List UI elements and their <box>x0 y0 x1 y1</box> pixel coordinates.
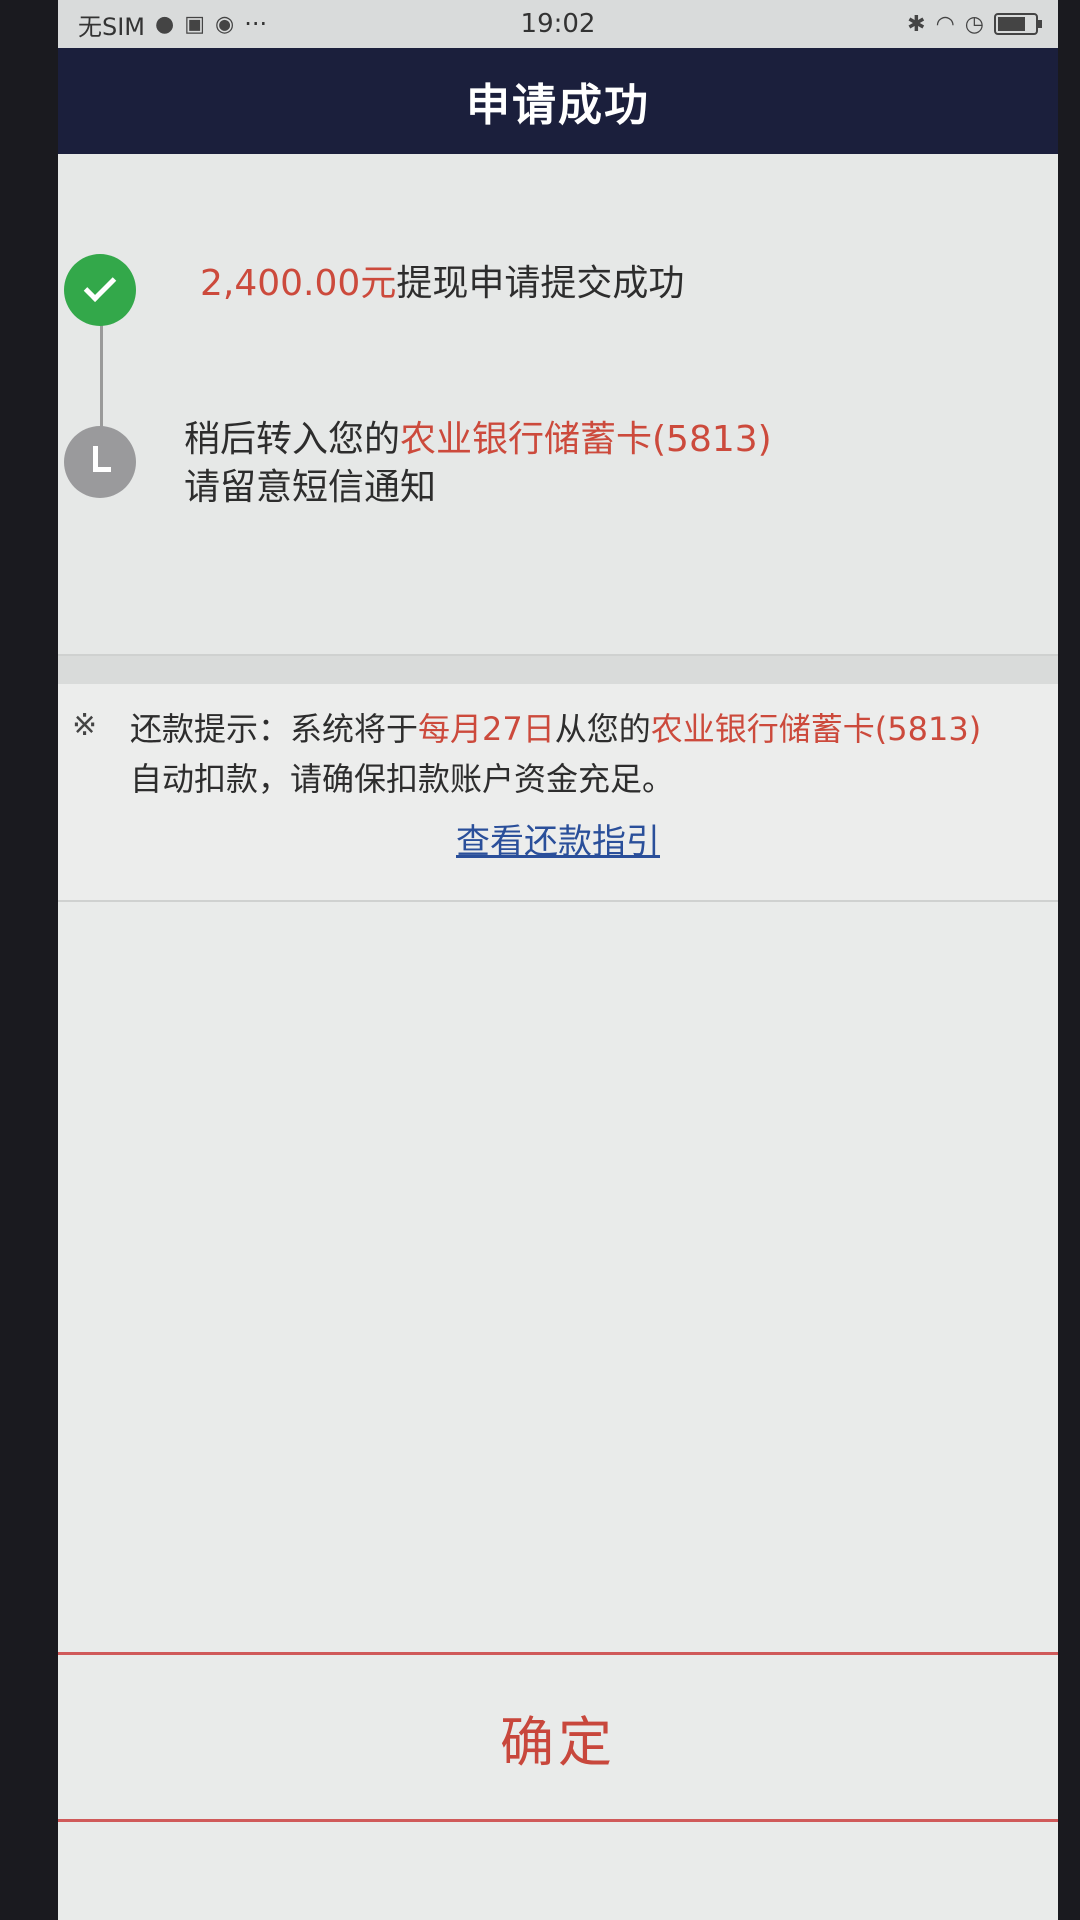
step-transfer-text: 稍后转入您的农业银行储蓄卡(5813) 请留意短信通知 <box>184 416 772 512</box>
status-bar: 无SIM ● ▣ ◉ ··· 19:02 ✱ ◠ ◷ <box>58 0 1058 48</box>
clock-icon <box>64 426 136 498</box>
notice-tail: 自动扣款，请确保扣款账户资金充足。 <box>130 760 675 798</box>
repayment-notice: ※ 还款提示：系统将于每月27日从您的农业银行储蓄卡(5813) 自动扣款，请确… <box>58 684 1058 902</box>
check-icon <box>64 254 136 326</box>
status-right: ✱ ◠ ◷ <box>907 11 1042 37</box>
page-title: 申请成功 <box>466 80 650 131</box>
bluetooth-icon: ✱ <box>907 11 926 37</box>
withdraw-amount: 2,400.00元 <box>200 263 397 304</box>
step-submitted-text: 2,400.00元提现申请提交成功 <box>200 260 684 308</box>
notification-icon: ▣ <box>184 11 206 37</box>
notice-label: 还款提示：系统将于 <box>130 710 419 748</box>
wifi-icon: ◠ <box>935 11 955 37</box>
notice-bank: 农业银行储蓄卡(5813) <box>650 710 982 748</box>
confirm-button[interactable]: 确定 <box>440 1688 676 1787</box>
clock-hands <box>93 446 111 472</box>
app-icon: ◉ <box>215 11 235 37</box>
carrier-label: 无SIM <box>78 12 146 41</box>
status-left: 无SIM ● ▣ ◉ ··· <box>78 7 267 42</box>
guide-link-row: 查看还款指引 <box>58 814 1058 863</box>
transfer-prefix: 稍后转入您的 <box>184 419 401 460</box>
title-bar: 申请成功 <box>58 48 1058 154</box>
section-divider <box>58 654 1058 684</box>
step-submitted-label: 提现申请提交成功 <box>396 263 685 304</box>
notice-mark: ※ <box>72 708 98 743</box>
notice-date: 每月27日 <box>418 710 555 748</box>
notice-middle: 从您的 <box>554 710 651 748</box>
alarm-icon: ◷ <box>964 11 984 37</box>
transfer-bank: 农业银行储蓄卡(5813) <box>400 419 772 460</box>
battery-icon <box>994 13 1042 35</box>
repayment-guide-link[interactable]: 查看还款指引 <box>456 822 660 862</box>
battery-fill <box>998 17 1025 31</box>
phone-screen: 无SIM ● ▣ ◉ ··· 19:02 ✱ ◠ ◷ 申请成功 2,400.00… <box>58 0 1058 1920</box>
confirm-area: 确定 <box>58 1652 1058 1822</box>
progress-steps: 2,400.00元提现申请提交成功 稍后转入您的农业银行储蓄卡(5813) 请留… <box>58 154 1058 684</box>
notice-text: 还款提示：系统将于每月27日从您的农业银行储蓄卡(5813) 自动扣款，请确保扣… <box>130 704 1050 804</box>
transfer-sms-note: 请留意短信通知 <box>184 467 437 508</box>
check-mark <box>83 269 117 303</box>
wechat-icon: ● <box>155 11 175 37</box>
status-more: ··· <box>244 10 268 38</box>
